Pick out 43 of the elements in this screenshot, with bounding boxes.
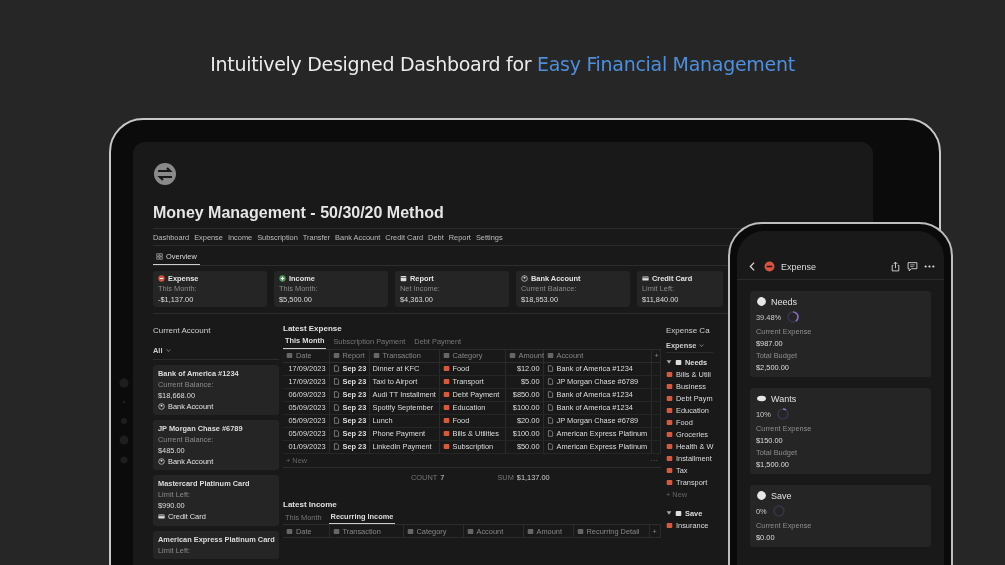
toggle-icon[interactable] — [666, 510, 672, 517]
column-icon — [332, 527, 340, 535]
column-icon — [526, 527, 534, 535]
calendar-icon — [400, 275, 407, 283]
column-icon — [466, 527, 474, 535]
category-icon — [666, 521, 673, 529]
progress-ring — [775, 407, 790, 421]
column-icon — [332, 352, 340, 360]
bank-icon — [158, 403, 165, 411]
column-icon — [508, 352, 516, 360]
column-icon — [406, 527, 414, 535]
budget-name: Save — [771, 490, 792, 501]
column-icon — [286, 527, 293, 535]
plus-circle-icon — [279, 275, 286, 283]
grid-icon — [156, 253, 163, 260]
credit-card-icon — [158, 513, 165, 521]
budget-name: Wants — [771, 393, 797, 404]
minus-circle-icon — [764, 261, 775, 272]
logo-icon — [153, 162, 177, 186]
budget-name: Needs — [771, 296, 797, 307]
column-icon — [372, 352, 380, 360]
chevron-down-icon — [698, 342, 706, 350]
chevron-down-icon — [165, 347, 173, 355]
share-icon[interactable] — [890, 261, 901, 272]
toggle-icon[interactable] — [666, 359, 672, 366]
column-icon — [442, 352, 450, 360]
minus-circle-icon — [158, 275, 165, 283]
section-title: Current Account — [153, 326, 212, 336]
page-title: Money Management - 50/30/20 Method — [153, 204, 445, 222]
section-title: Latest Income — [283, 500, 338, 510]
comment-icon[interactable] — [907, 261, 918, 272]
section-title: Latest Expense — [283, 324, 343, 334]
column-icon — [576, 527, 584, 535]
headline: Intuitively Designed Dashboard for Easy Financial Management — [209, 52, 796, 75]
credit-card-icon — [642, 275, 649, 283]
page-title: Expense — [781, 261, 818, 272]
column-icon — [546, 352, 554, 360]
progress-ring — [786, 310, 801, 324]
bank-icon — [158, 458, 165, 466]
section-title: Expense Ca — [666, 326, 711, 336]
column-icon — [286, 352, 293, 360]
progress-ring — [771, 504, 786, 518]
bank-icon — [521, 275, 528, 283]
